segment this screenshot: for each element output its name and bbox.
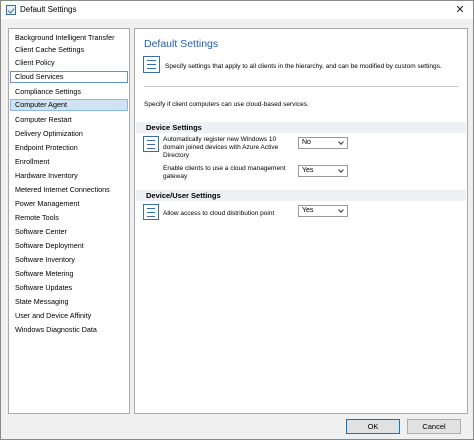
page-title: Default Settings (144, 38, 219, 50)
sidebar-item-enrollment[interactable]: Enrollment (10, 156, 128, 168)
sidebar-item-power-management[interactable]: Power Management (10, 198, 128, 210)
page-description: Specify settings that apply to all clien… (165, 63, 442, 70)
sidebar-item-software-metering[interactable]: Software Metering (10, 268, 128, 280)
sidebar-item-remote-tools[interactable]: Remote Tools (10, 212, 128, 224)
setting-label-cloud-management-gateway: Enable clients to use a cloud management… (163, 165, 286, 180)
window-title: Default Settings (20, 5, 77, 14)
settings-content-pane: Default Settings Specify settings that a… (134, 28, 468, 414)
sidebar-item-cloud-services[interactable]: Cloud Services (10, 71, 128, 83)
sidebar-item-software-deployment[interactable]: Software Deployment (10, 240, 128, 252)
header-divider (144, 86, 459, 87)
chevron-down-icon (338, 207, 344, 213)
setting-label-azure-ad-registration: Automatically register new Windows 10 do… (163, 136, 279, 159)
close-button[interactable]: ✕ (453, 3, 467, 17)
cancel-button[interactable]: Cancel (407, 419, 461, 434)
chevron-down-icon (338, 139, 344, 145)
section-header-device-user-settings: Device/User Settings (136, 190, 466, 201)
settings-category-list[interactable]: Background Intelligent Transfer Client C… (8, 28, 130, 414)
cloud-distribution-point-dropdown[interactable]: Yes (298, 205, 348, 217)
setting-list-icon (143, 136, 159, 152)
dropdown-value: Yes (302, 207, 314, 214)
sidebar-item-software-center[interactable]: Software Center (10, 226, 128, 238)
sidebar-item-windows-diagnostic-data[interactable]: Windows Diagnostic Data (10, 324, 128, 336)
sidebar-item-software-inventory[interactable]: Software Inventory (10, 254, 128, 266)
page-intro: Specify if client computers can use clou… (144, 101, 309, 108)
sidebar-item-computer-restart[interactable]: Computer Restart (10, 114, 128, 126)
sidebar-item-software-updates[interactable]: Software Updates (10, 282, 128, 294)
chevron-down-icon (338, 167, 344, 173)
ok-button[interactable]: OK (346, 419, 400, 434)
sidebar-item-background-intelligent-transfer[interactable]: Background Intelligent Transfer (10, 32, 128, 44)
sidebar-item-user-and-device-affinity[interactable]: User and Device Affinity (10, 310, 128, 322)
setting-list-icon (143, 204, 159, 220)
azure-ad-registration-dropdown[interactable]: No (298, 137, 348, 149)
sidebar-item-metered-internet-connections[interactable]: Metered Internet Connections (10, 184, 128, 196)
settings-app-icon (6, 5, 16, 15)
dropdown-value: Yes (302, 167, 314, 174)
settings-list-icon (143, 56, 160, 73)
cloud-management-gateway-dropdown[interactable]: Yes (298, 165, 348, 177)
setting-label-cloud-distribution-point: Allow access to cloud distribution point (163, 210, 275, 217)
sidebar-item-endpoint-protection[interactable]: Endpoint Protection (10, 142, 128, 154)
sidebar-item-hardware-inventory[interactable]: Hardware Inventory (10, 170, 128, 182)
sidebar-item-state-messaging[interactable]: State Messaging (10, 296, 128, 308)
section-header-device-settings: Device Settings (136, 122, 466, 133)
sidebar-item-delivery-optimization[interactable]: Delivery Optimization (10, 128, 128, 140)
sidebar-item-compliance-settings[interactable]: Compliance Settings (10, 86, 128, 98)
sidebar-item-client-cache-settings[interactable]: Client Cache Settings (10, 44, 128, 56)
title-bar: Default Settings ✕ (1, 1, 473, 19)
sidebar-item-client-policy[interactable]: Client Policy (10, 57, 128, 69)
settings-window: Default Settings ✕ Background Intelligen… (0, 0, 474, 440)
dropdown-value: No (302, 139, 311, 146)
sidebar-item-computer-agent[interactable]: Computer Agent (10, 99, 128, 111)
